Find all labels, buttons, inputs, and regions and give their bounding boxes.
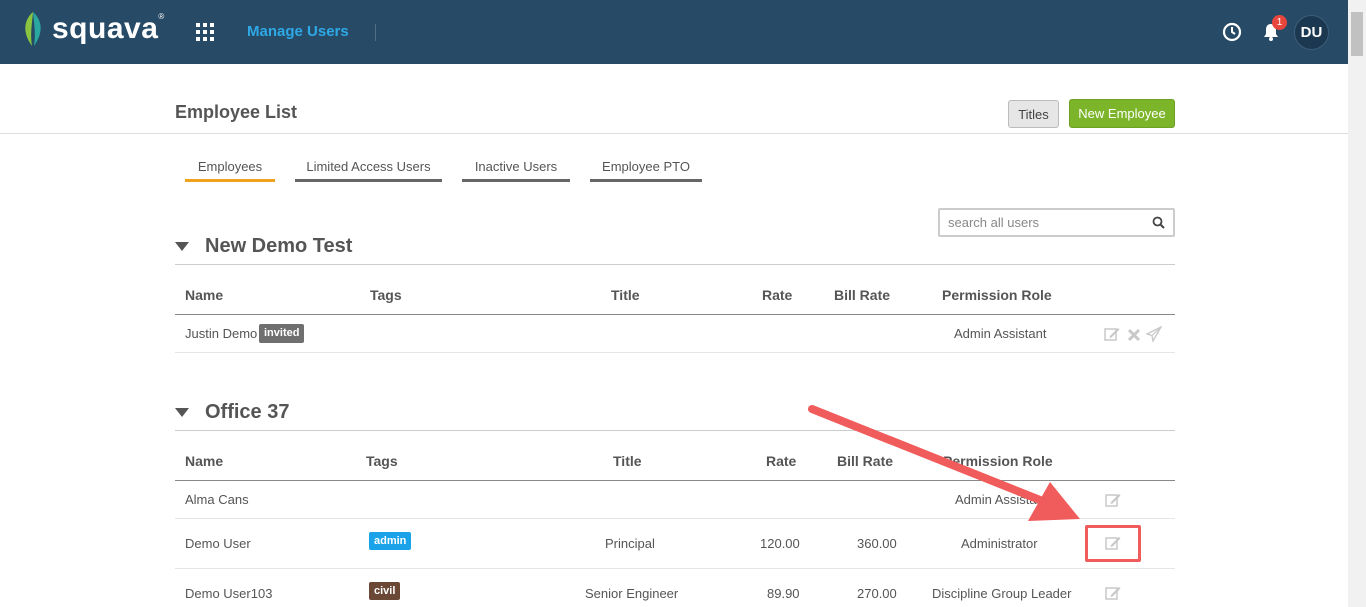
avatar[interactable]: DU (1294, 15, 1329, 50)
employee-role: Discipline Group Leader (932, 586, 1072, 601)
titles-button[interactable]: Titles (1008, 100, 1059, 128)
row-divider (175, 568, 1175, 569)
page-title: Employee List (175, 102, 298, 122)
column-header-permission-role[interactable]: Permission Role (942, 287, 1052, 303)
notification-badge: 1 (1272, 15, 1287, 30)
column-header-bill-rate[interactable]: Bill Rate (837, 453, 893, 469)
status-badge: invited (259, 324, 305, 343)
caret-down-icon[interactable] (175, 242, 189, 251)
employee-name[interactable]: Alma Cans (185, 492, 249, 507)
top-navbar: squava® Manage Users 1 DU (0, 0, 1348, 64)
column-header-rate[interactable]: Rate (762, 287, 792, 303)
column-header-name[interactable]: Name (185, 287, 223, 303)
search-input[interactable] (940, 210, 1140, 235)
employee-tag: admin (369, 532, 412, 550)
column-header-rate[interactable]: Rate (766, 453, 796, 469)
employee-rate: 120.00 (760, 536, 800, 551)
row-divider (175, 352, 1175, 353)
column-header-title[interactable]: Title (613, 453, 642, 469)
column-header-tags[interactable]: Tags (366, 453, 398, 469)
annotation-arrow (808, 405, 1080, 521)
send-icon[interactable] (1146, 326, 1162, 342)
employee-role: Administrator (961, 536, 1038, 551)
tab-limited-access-users[interactable]: Limited Access Users (295, 159, 442, 182)
group-divider (175, 430, 1175, 431)
brand-name: squava® (52, 12, 165, 45)
group-name: Office 37 (205, 401, 290, 423)
column-header-bill-rate[interactable]: Bill Rate (834, 287, 890, 303)
group-header[interactable]: Office 37 (175, 401, 289, 424)
search-box (938, 208, 1175, 237)
employee-bill-rate: 360.00 (857, 536, 897, 551)
title-divider (375, 24, 376, 41)
new-employee-button[interactable]: New Employee (1069, 99, 1175, 128)
edit-icon[interactable] (1104, 326, 1120, 342)
column-header-permission-role[interactable]: Permission Role (943, 453, 1053, 469)
scrollbar[interactable] (1348, 0, 1366, 607)
employee-rate: 89.90 (767, 586, 800, 601)
employee-bill-rate: 270.00 (857, 586, 897, 601)
search-icon[interactable] (1152, 216, 1165, 229)
employee-role: Admin Assistant (954, 326, 1047, 341)
employee-title: Senior Engineer (585, 586, 679, 601)
employee-name[interactable]: Demo User103 (185, 586, 272, 601)
grid-icon[interactable] (196, 23, 214, 41)
brand-logo[interactable]: squava® (20, 10, 165, 48)
app-title[interactable]: Manage Users (247, 23, 349, 40)
tab-inactive-users[interactable]: Inactive Users (462, 159, 570, 182)
highlight-box (1085, 525, 1141, 562)
employee-role: Admin Assistant (955, 492, 1048, 507)
row-divider (175, 518, 1175, 519)
employee-tag: civil (369, 582, 401, 600)
close-icon[interactable] (1126, 327, 1142, 343)
column-header-title[interactable]: Title (611, 287, 640, 303)
edit-icon[interactable] (1105, 585, 1121, 601)
caret-down-icon[interactable] (175, 408, 189, 417)
edit-icon[interactable] (1105, 492, 1121, 508)
column-header-name[interactable]: Name (185, 453, 223, 469)
header-divider (175, 480, 1175, 481)
group-header[interactable]: New Demo Test (175, 235, 352, 258)
employee-name[interactable]: Demo User (185, 536, 251, 551)
employee-name[interactable]: Justin Demo (185, 326, 257, 341)
leaf-logo-icon (25, 12, 41, 46)
employee-title: Principal (605, 536, 655, 551)
group-name: New Demo Test (205, 235, 353, 257)
tab-employees[interactable]: Employees (185, 159, 275, 182)
header-divider (175, 314, 1175, 315)
clock-icon[interactable] (1222, 22, 1242, 42)
tab-employee-pto[interactable]: Employee PTO (590, 159, 702, 182)
column-header-tags[interactable]: Tags (370, 287, 402, 303)
scrollbar-thumb[interactable] (1351, 12, 1363, 56)
group-divider (175, 264, 1175, 265)
page-divider (0, 133, 1348, 134)
